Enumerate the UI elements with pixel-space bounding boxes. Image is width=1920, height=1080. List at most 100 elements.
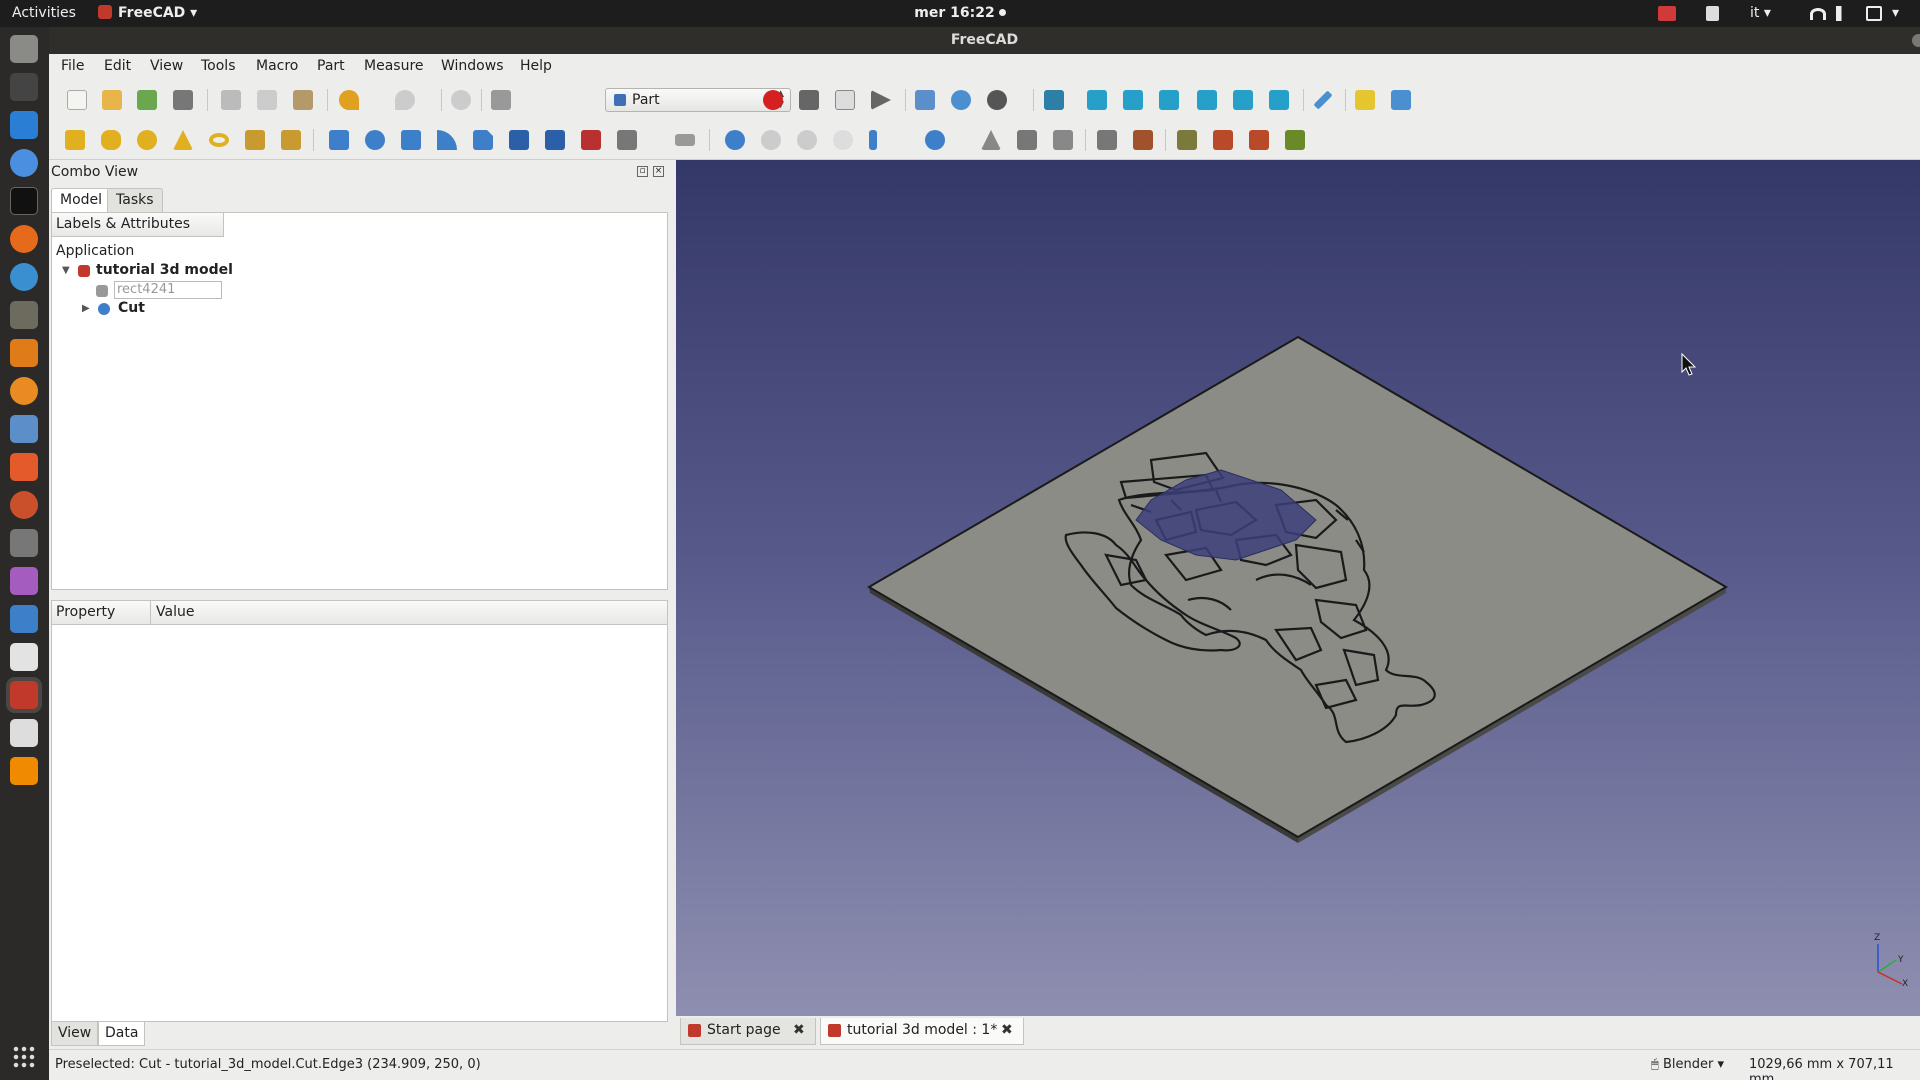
toggle-3d-icon[interactable] [1285,130,1305,150]
cone-icon[interactable] [173,130,193,150]
top-view-icon[interactable] [1123,90,1143,110]
create-part-icon[interactable] [1355,90,1375,110]
check-geometry-icon[interactable] [1017,130,1037,150]
front-view-icon[interactable] [1087,90,1107,110]
settings-icon[interactable] [10,491,38,519]
text-editor-icon[interactable] [10,719,38,747]
volume-icon[interactable] [1836,6,1850,21]
wifi-icon[interactable] [1810,8,1826,20]
mirror-icon[interactable] [401,130,421,150]
vlc-icon[interactable] [10,757,38,785]
common-icon[interactable] [833,130,853,150]
create-group-icon[interactable] [1391,90,1411,110]
cube-icon[interactable] [65,130,85,150]
tab-start-page[interactable]: Start page ✖ [680,1018,816,1045]
edit-macro-icon[interactable] [835,90,855,110]
close-panel-icon[interactable]: × [653,166,664,177]
scribus-icon[interactable] [10,339,38,367]
cut-icon[interactable] [221,90,241,110]
isometric-view-icon[interactable] [1044,90,1064,110]
bottom-view-icon[interactable] [1233,90,1253,110]
rear-view-icon[interactable] [1197,90,1217,110]
tab-tutorial-3d-model[interactable]: tutorial 3d model : 1* ✖ [820,1018,1024,1045]
tree-document-item[interactable]: tutorial 3d model [96,262,233,278]
battery-icon[interactable] [1866,6,1882,21]
close-tab-icon[interactable]: ✖ [793,1018,805,1043]
browser-icon[interactable] [10,263,38,291]
tab-tasks[interactable]: Tasks [107,188,163,212]
screen-record-icon[interactable] [1658,6,1676,21]
tree-expanded-arrow-icon[interactable]: ▼ [62,265,70,276]
sphere-icon[interactable] [137,130,157,150]
cylinder-icon[interactable] [101,130,121,150]
measure-linear-icon[interactable] [1097,130,1117,150]
chromium-icon[interactable] [10,149,38,177]
extrude-icon[interactable] [329,130,349,150]
defeaturing-icon[interactable] [1053,130,1073,150]
copy-icon[interactable] [257,90,277,110]
boolean-icon[interactable] [725,130,745,150]
menu-windows[interactable]: Windows [441,58,504,74]
tab-view[interactable]: View [51,1022,99,1046]
tree-item-cut[interactable]: Cut [118,300,145,316]
right-view-icon[interactable] [1159,90,1179,110]
system-menu-arrow-icon[interactable]: ▾ [1892,0,1908,27]
camera-icon[interactable] [10,529,38,557]
firefox-icon[interactable] [10,225,38,253]
writer-icon[interactable] [10,111,38,139]
clock[interactable]: mer 16:22 [0,0,1920,27]
fuse-icon[interactable] [797,130,817,150]
join-features-icon[interactable] [869,130,877,150]
blender-icon[interactable] [10,377,38,405]
sweep-icon[interactable] [581,130,601,150]
tree-column-header[interactable]: Labels & Attributes [52,213,224,237]
remote-icon[interactable] [10,605,38,633]
record-macro-icon[interactable] [763,90,783,110]
fit-all-icon[interactable] [915,90,935,110]
toggle-all-icon[interactable] [1249,130,1269,150]
media-icon[interactable] [10,567,38,595]
measure-distance-icon[interactable] [1313,90,1333,110]
minimize-button[interactable] [1912,34,1920,47]
paste-icon[interactable] [293,90,313,110]
print-icon[interactable] [173,90,193,110]
freecad-dock-icon[interactable] [10,681,38,709]
menu-macro[interactable]: Macro [256,58,298,74]
stop-macro-icon[interactable] [799,90,819,110]
loft-icon[interactable] [545,130,565,150]
gimp-icon[interactable] [10,301,38,329]
save-icon[interactable] [137,90,157,110]
thickness-icon[interactable] [675,134,695,146]
tree-item-rect4241[interactable]: rect4241 [114,281,222,299]
run-macro-icon[interactable] [871,90,891,110]
files-icon[interactable] [10,35,38,63]
image-viewer-icon[interactable] [10,415,38,443]
menu-edit[interactable]: Edit [104,58,131,74]
torus-icon[interactable] [209,133,229,147]
new-document-icon[interactable] [67,90,87,110]
refresh-icon[interactable] [451,90,471,110]
software-center-icon[interactable] [10,453,38,481]
tab-model[interactable]: Model [51,188,112,212]
left-view-icon[interactable] [1269,90,1289,110]
tree-collapsed-arrow-icon[interactable]: ▶ [82,303,90,314]
measure-refresh-icon[interactable] [1177,130,1197,150]
menu-measure[interactable]: Measure [364,58,424,74]
ruled-surface-icon[interactable] [509,130,529,150]
property-column-header[interactable]: Property [56,601,115,623]
close-tab-icon[interactable]: ✖ [1001,1018,1013,1043]
open-icon[interactable] [102,90,122,110]
chamfer-icon[interactable] [473,130,493,150]
measure-angular-icon[interactable] [1133,130,1153,150]
menu-tools[interactable]: Tools [201,58,236,74]
menu-part[interactable]: Part [317,58,345,74]
fit-selection-icon[interactable] [951,90,971,110]
show-applications-icon[interactable] [12,1045,36,1069]
tab-data[interactable]: Data [98,1022,146,1046]
terminal-icon[interactable] [10,187,38,215]
clear-all-icon[interactable] [1213,130,1233,150]
revolve-icon[interactable] [365,130,385,150]
fillet-icon[interactable] [437,130,457,150]
float-panel-icon[interactable]: ▫ [637,166,648,177]
primitives-icon[interactable] [245,130,265,150]
